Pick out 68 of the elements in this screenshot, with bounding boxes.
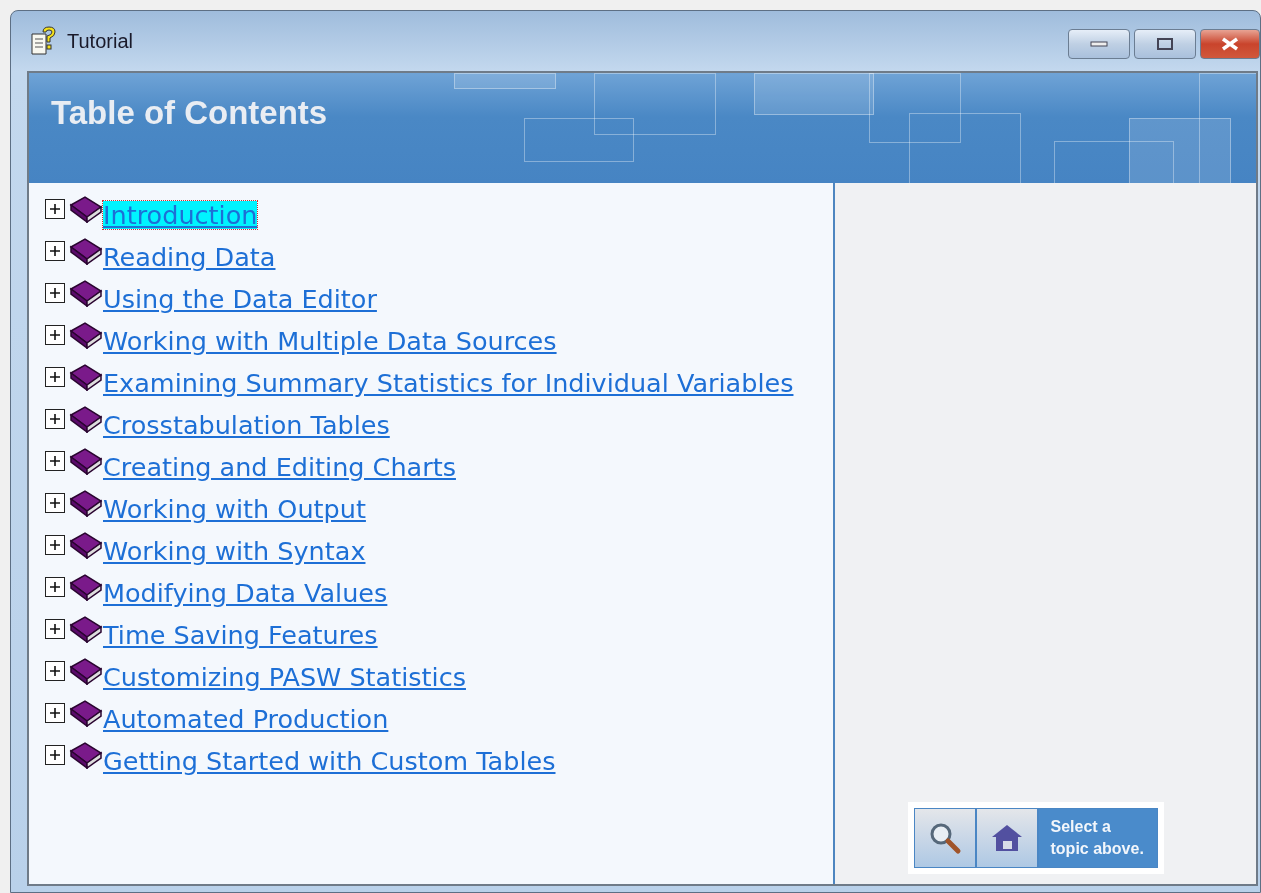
- maximize-button[interactable]: [1134, 29, 1196, 59]
- hint-text: Select a topic above.: [1049, 817, 1145, 859]
- plus-icon: [48, 328, 62, 342]
- plus-icon: [48, 622, 62, 636]
- help-document-icon: [29, 26, 59, 56]
- book-icon: [69, 615, 103, 643]
- book-icon: [69, 279, 103, 307]
- expand-toggle[interactable]: [45, 493, 65, 513]
- expand-toggle[interactable]: [45, 577, 65, 597]
- minimize-icon: [1090, 41, 1108, 47]
- book-icon: [69, 405, 103, 433]
- expand-toggle[interactable]: [45, 535, 65, 555]
- plus-icon: [48, 580, 62, 594]
- expand-toggle[interactable]: [45, 451, 65, 471]
- topic-link[interactable]: Working with Output: [103, 495, 366, 523]
- expand-toggle[interactable]: [45, 199, 65, 219]
- book-icon: [69, 531, 103, 559]
- plus-icon: [48, 370, 62, 384]
- search-button[interactable]: [914, 809, 977, 867]
- topic-link[interactable]: Modifying Data Values: [103, 579, 388, 607]
- plus-icon: [48, 244, 62, 258]
- home-button[interactable]: [976, 809, 1039, 867]
- plus-icon: [48, 286, 62, 300]
- topic-link[interactable]: Getting Started with Custom Tables: [103, 747, 556, 775]
- book-icon: [69, 699, 103, 727]
- expand-toggle[interactable]: [45, 745, 65, 765]
- topic-link[interactable]: Examining Summary Statistics for Individual Variables: [103, 369, 794, 397]
- topic-link[interactable]: Crosstabulation Tables: [103, 411, 390, 439]
- expand-toggle[interactable]: [45, 325, 65, 345]
- window-title: Tutorial: [67, 29, 133, 53]
- book-icon: [69, 363, 103, 391]
- topic-link[interactable]: Working with Multiple Data Sources: [103, 327, 557, 355]
- book-icon: [69, 741, 103, 769]
- expand-toggle[interactable]: [45, 409, 65, 429]
- plus-icon: [48, 748, 62, 762]
- plus-icon: [48, 412, 62, 426]
- topic-link[interactable]: Working with Syntax: [103, 537, 366, 565]
- plus-icon: [48, 454, 62, 468]
- expand-toggle[interactable]: [45, 619, 65, 639]
- expand-toggle[interactable]: [45, 283, 65, 303]
- plus-icon: [48, 538, 62, 552]
- header-title: Table of Contents: [51, 94, 328, 132]
- topic-link[interactable]: Introduction: [103, 201, 258, 229]
- expand-toggle[interactable]: [45, 241, 65, 261]
- topic-link[interactable]: Customizing PASW Statistics: [103, 663, 466, 691]
- close-button[interactable]: [1200, 29, 1260, 59]
- book-icon: [69, 237, 103, 265]
- book-icon: [69, 573, 103, 601]
- plus-icon: [48, 706, 62, 720]
- topic-link[interactable]: Automated Production: [103, 705, 389, 733]
- topic-link[interactable]: Creating and Editing Charts: [103, 453, 456, 481]
- topic-link[interactable]: Reading Data: [103, 243, 276, 271]
- expand-toggle[interactable]: [45, 367, 65, 387]
- close-icon: [1220, 37, 1240, 51]
- book-icon: [69, 657, 103, 685]
- expand-toggle[interactable]: [45, 661, 65, 681]
- plus-icon: [48, 202, 62, 216]
- plus-icon: [48, 664, 62, 678]
- topic-link[interactable]: Time Saving Features: [103, 621, 378, 649]
- book-icon: [69, 489, 103, 517]
- maximize-icon: [1157, 38, 1173, 50]
- book-icon: [69, 195, 103, 223]
- plus-icon: [48, 496, 62, 510]
- expand-toggle[interactable]: [45, 703, 65, 723]
- book-icon: [69, 447, 103, 475]
- minimize-button[interactable]: [1068, 29, 1130, 59]
- topic-link[interactable]: Using the Data Editor: [103, 285, 377, 313]
- book-icon: [69, 321, 103, 349]
